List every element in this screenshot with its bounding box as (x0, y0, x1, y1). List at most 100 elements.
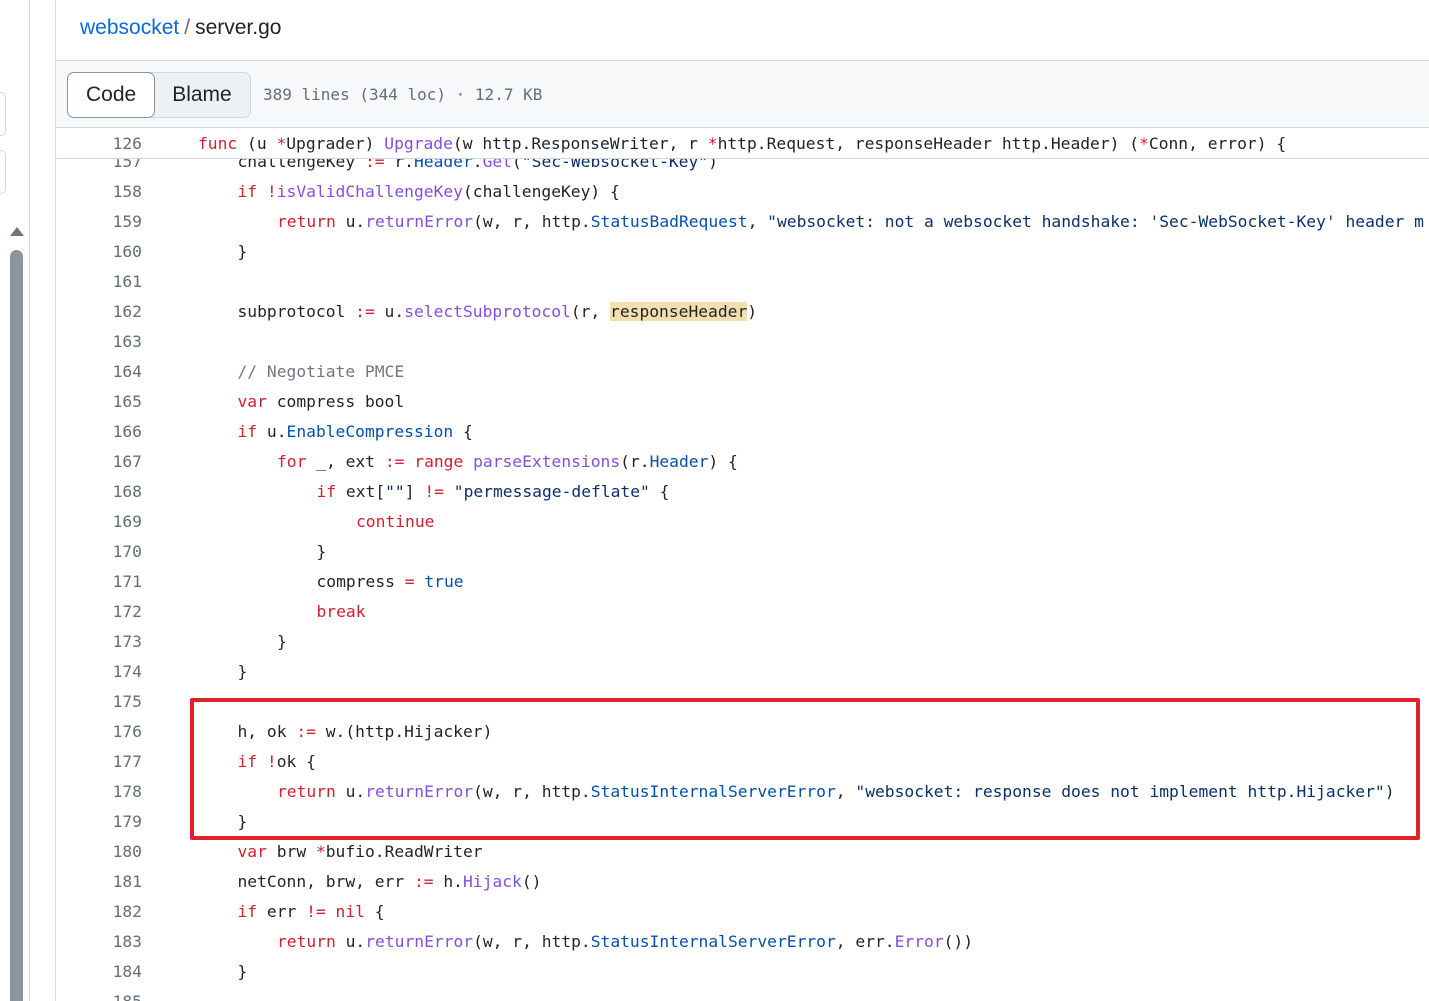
line-number[interactable]: 180 (56, 842, 142, 861)
code-text: if !isValidChallengeKey(challengeKey) { (182, 182, 620, 201)
code-token: (w, r, http. (473, 931, 591, 951)
code-keyword: ! (266, 181, 277, 201)
code-keyword: var (237, 391, 267, 411)
line-number[interactable]: 164 (56, 362, 142, 381)
line-number[interactable]: 166 (56, 422, 142, 441)
code-token: } (237, 241, 248, 261)
code-line: 168 if ext[""] != "permessage-deflate" { (56, 476, 1429, 506)
code-keyword: range (414, 451, 464, 471)
code-token: (challengeKey) { (462, 181, 620, 201)
code-identifier: EnableCompression (286, 421, 454, 441)
line-number[interactable]: 173 (56, 632, 142, 651)
line-number[interactable]: 163 (56, 332, 142, 351)
line-number[interactable]: 160 (56, 242, 142, 261)
code-keyword: = (404, 571, 415, 591)
line-number[interactable]: 162 (56, 302, 142, 321)
code-text: if err != nil { (182, 902, 385, 921)
code-token: compress bool (266, 391, 405, 411)
code-highlight: responseHeader (610, 301, 748, 321)
code-token: () (521, 871, 542, 891)
line-number[interactable]: 185 (56, 992, 142, 1001)
code-identifier: Header (649, 451, 709, 471)
line-number[interactable]: 170 (56, 542, 142, 561)
blame-tab-button[interactable]: Blame (154, 73, 250, 117)
code-tab-button[interactable]: Code (67, 72, 156, 118)
code-line: 161 (56, 266, 1429, 296)
code-token: ()) (943, 931, 974, 951)
code-line: 159 return u.returnError(w, r, http.Statu… (56, 206, 1429, 236)
code-line: 166 if u.EnableCompression { (56, 416, 1429, 446)
code-line: 171 compress = true (56, 566, 1429, 596)
line-number[interactable]: 158 (56, 182, 142, 201)
gutter-tab[interactable] (0, 150, 6, 194)
code-token: http.Request, responseHeader http.Header… (717, 133, 1140, 153)
code-text: continue (300, 512, 434, 531)
line-number[interactable]: 159 (56, 212, 142, 231)
line-number[interactable]: 172 (56, 602, 142, 621)
code-function: parseExtensions (473, 451, 621, 471)
code-token: u. (374, 301, 405, 321)
line-number[interactable]: 175 (56, 692, 142, 711)
code-text: } (182, 242, 248, 261)
line-number[interactable]: 184 (56, 962, 142, 981)
line-number[interactable]: 174 (56, 662, 142, 681)
line-number[interactable]: 171 (56, 572, 142, 591)
line-number[interactable]: 177 (56, 752, 142, 771)
code-token: ] (404, 481, 425, 501)
breadcrumb-separator: / (184, 16, 191, 39)
code-token: } (237, 661, 248, 681)
code-token: (w, r, http. (473, 211, 591, 231)
sticky-function-header[interactable]: 126 func (u *Upgrader) Upgrade(w http.Res… (56, 128, 1429, 159)
line-number[interactable]: 182 (56, 902, 142, 921)
code-keyword: return (277, 211, 336, 231)
line-number[interactable]: 165 (56, 392, 142, 411)
code-keyword: * (315, 841, 326, 861)
code-token: Conn, error) { (1148, 133, 1287, 153)
line-number[interactable]: 176 (56, 722, 142, 741)
code-function: selectSubprotocol (404, 301, 571, 321)
line-number[interactable]: 181 (56, 872, 142, 891)
line-number[interactable]: 179 (56, 812, 142, 831)
code-token: , err. (835, 931, 895, 951)
code-text: } (182, 962, 248, 981)
code-text: var compress bool (182, 392, 405, 411)
line-number[interactable]: 178 (56, 782, 142, 801)
line-number[interactable]: 167 (56, 452, 142, 471)
code-token: (u (237, 133, 277, 153)
scrollbar-thumb[interactable] (10, 250, 23, 1001)
code-string: "websocket: not a websocket handshake: '… (767, 211, 1424, 231)
code-token: { (649, 481, 670, 501)
line-number[interactable]: 126 (56, 134, 142, 153)
line-number[interactable]: 168 (56, 482, 142, 501)
code-comment: // Negotiate PMCE (237, 361, 405, 381)
code-token: { (364, 901, 385, 921)
red-annotation-box (190, 698, 1420, 840)
code-text: // Negotiate PMCE (182, 362, 405, 381)
code-function: Error (894, 931, 944, 951)
file-meta-info: 389 lines (344 loc) · 12.7 KB (263, 85, 543, 104)
code-identifier: StatusBadRequest (590, 211, 748, 231)
code-keyword: if (237, 421, 258, 441)
code-text: if ext[""] != "permessage-deflate" { (261, 482, 670, 501)
sticky-code-line: 126 func (u *Upgrader) Upgrade(w http.Res… (56, 128, 1429, 158)
line-number[interactable]: 169 (56, 512, 142, 531)
line-number[interactable]: 161 (56, 272, 142, 291)
code-token: } (316, 541, 327, 561)
code-line: 164 // Negotiate PMCE (56, 356, 1429, 386)
code-token: (r. (620, 451, 650, 471)
scroll-up-arrow-icon[interactable] (10, 227, 24, 236)
code-token: subprotocol (237, 301, 356, 321)
gutter-tab[interactable] (0, 92, 6, 136)
code-keyword: if (237, 181, 258, 201)
code-line: 158 if !isValidChallengeKey(challengeKey)… (56, 176, 1429, 206)
view-mode-toggle: Code Blame (67, 72, 251, 118)
code-text: return u.returnError(w, r, http.StatusIn… (221, 932, 973, 951)
code-token: netConn, brw, err (237, 871, 414, 891)
breadcrumb-repo-link[interactable]: websocket (80, 16, 179, 39)
line-number[interactable]: 183 (56, 932, 142, 951)
code-token: , (747, 211, 768, 231)
file-toolbar: Code Blame 389 lines (344 loc) · 12.7 KB (56, 60, 1429, 128)
